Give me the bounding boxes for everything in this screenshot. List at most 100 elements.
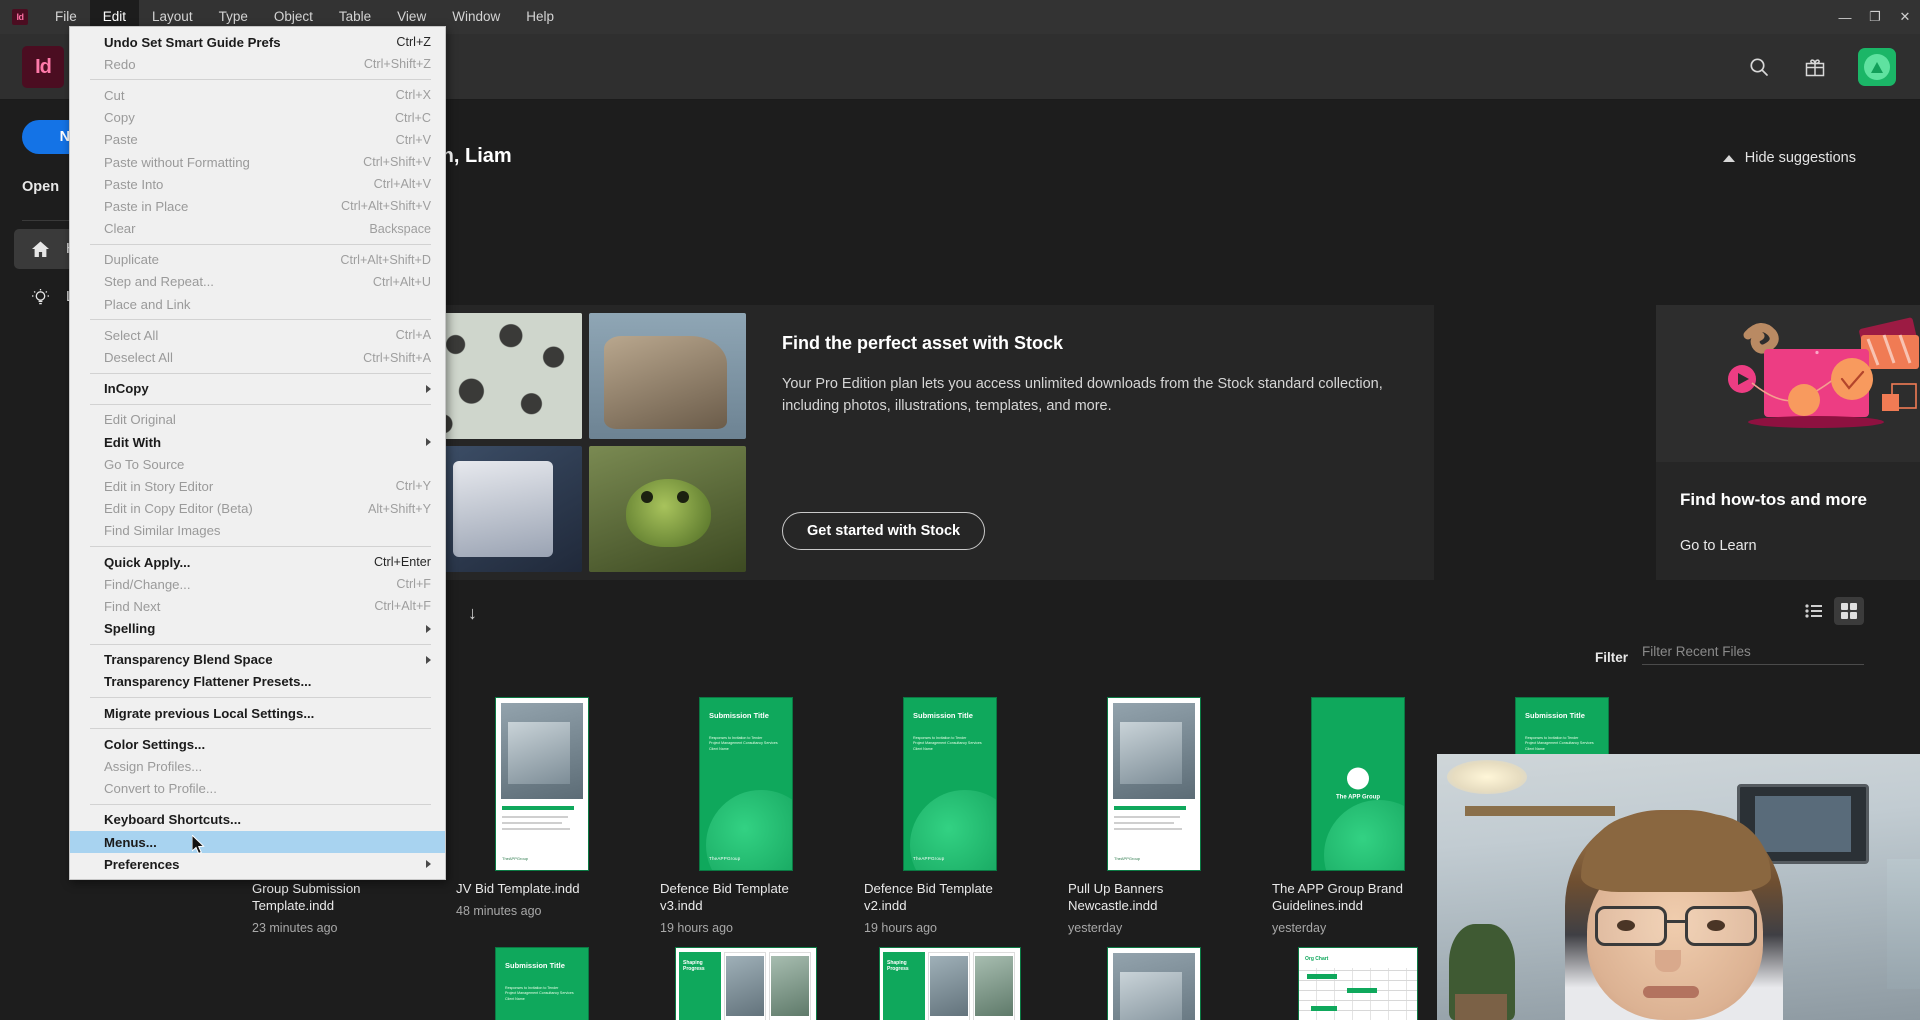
menu-item-label: Migrate previous Local Settings... (104, 705, 315, 721)
menu-item-color-settings[interactable]: Color Settings... (70, 733, 445, 755)
menu-item-edit-with[interactable]: Edit With (70, 431, 445, 453)
go-to-learn-link[interactable]: Go to Learn (1680, 538, 1920, 554)
menu-item-keyboard-shortcuts[interactable]: Keyboard Shortcuts... (70, 809, 445, 831)
menu-item-preferences[interactable]: Preferences (70, 853, 445, 875)
file-thumbnail[interactable]: TheAPPGroup (456, 695, 628, 873)
menu-item-spelling[interactable]: Spelling (70, 618, 445, 640)
file-thumbnail[interactable]: Submission Title Responses to Invitation … (660, 695, 832, 873)
file-thumbnail[interactable]: Submission Title Responses to Invitation … (456, 945, 628, 1020)
menu-item-shortcut: Alt+Shift+Y (367, 501, 431, 516)
hide-suggestions-button[interactable]: Hide suggestions (1722, 150, 1856, 166)
menu-separator (90, 372, 431, 374)
sort-descending-icon[interactable]: ↓ (468, 603, 477, 624)
learn-title: Find how-tos and more (1680, 490, 1867, 509)
doc-thumb-subtitle: Responses to Invitation to TenderProject… (505, 985, 574, 1001)
file-card[interactable]: Submission Title Responses to Invitation … (440, 945, 644, 1020)
get-started-with-stock-button[interactable]: Get started with Stock (782, 512, 986, 550)
doc-thumb-title: Submission Title (709, 711, 769, 720)
menu-item-shortcut: Ctrl+V (395, 132, 431, 147)
menu-item-shortcut: Ctrl+Alt+Shift+D (340, 252, 431, 267)
file-thumbnail[interactable]: TheAPPGroup (1068, 945, 1240, 1020)
learn-hero-illustration (1656, 305, 1920, 462)
file-name: Defence Bid Template v2.indd (864, 881, 993, 913)
view-toggle-group[interactable] (1798, 597, 1864, 625)
file-thumbnail[interactable]: The APP Group (1272, 695, 1444, 873)
search-icon[interactable] (1746, 54, 1772, 80)
close-button[interactable]: ✕ (1890, 0, 1920, 34)
menu-item-assign-profiles[interactable]: Assign Profiles... (70, 755, 445, 777)
menu-item-find-similar-images[interactable]: Find Similar Images (70, 520, 445, 542)
menu-item-cut[interactable]: Cut Ctrl+X (70, 84, 445, 106)
filter-input[interactable] (1642, 639, 1864, 665)
menu-item-find-next[interactable]: Find Next Ctrl+Alt+F (70, 595, 445, 617)
menu-item-edit-in-story-editor[interactable]: Edit in Story Editor Ctrl+Y (70, 475, 445, 497)
menu-separator (90, 803, 431, 805)
menu-item-label: Convert to Profile... (104, 781, 217, 797)
menu-item-undo-set-smart-guide-prefs[interactable]: Undo Set Smart Guide Prefs Ctrl+Z (70, 31, 445, 53)
menubar-item-help[interactable]: Help (513, 0, 567, 34)
file-card[interactable]: Submission Title Responses to Invitation … (644, 695, 848, 935)
avatar[interactable] (1858, 48, 1896, 86)
menu-item-paste-into[interactable]: Paste Into Ctrl+Alt+V (70, 173, 445, 195)
menu-item-deselect-all[interactable]: Deselect All Ctrl+Shift+A (70, 346, 445, 368)
menu-item-quick-apply[interactable]: Quick Apply... Ctrl+Enter (70, 551, 445, 573)
indesign-home-screen: Id File Edit Layout Type Object Table View Wind… (0, 0, 1920, 1020)
menu-item-migrate-previous-local-settings[interactable]: Migrate previous Local Settings... (70, 702, 445, 724)
file-card[interactable]: Org Chart (1256, 945, 1460, 1020)
filter-label: Filter (1594, 650, 1628, 665)
file-card[interactable]: TheAPPGroup JV Bid Template.indd 48 minute… (440, 695, 644, 935)
doc-thumb-title: Submission Title (913, 711, 973, 720)
file-thumbnail[interactable]: Shaping Progress (864, 945, 1036, 1020)
menu-item-clear[interactable]: Clear Backspace (70, 218, 445, 240)
file-card[interactable]: The APP Group The APP Group Brand Guideli… (1256, 695, 1460, 935)
gift-icon[interactable] (1802, 54, 1828, 80)
menu-separator (90, 545, 431, 547)
menu-item-transparency-blend-space[interactable]: Transparency Blend Space (70, 649, 445, 671)
menu-item-paste[interactable]: Paste Ctrl+V (70, 129, 445, 151)
menu-item-convert-to-profile[interactable]: Convert to Profile... (70, 778, 445, 800)
file-card[interactable]: Shaping Progress (848, 945, 1052, 1020)
maximize-button[interactable]: ❐ (1860, 0, 1890, 34)
menu-item-find-change[interactable]: Find/Change... Ctrl+F (70, 573, 445, 595)
menu-item-transparency-flattener-presets[interactable]: Transparency Flattener Presets... (70, 671, 445, 693)
grid-view-icon[interactable] (1834, 597, 1864, 625)
menu-item-edit-original[interactable]: Edit Original (70, 409, 445, 431)
menu-item-paste-in-place[interactable]: Paste in Place Ctrl+Alt+Shift+V (70, 195, 445, 217)
menu-separator (90, 728, 431, 730)
menubar-item-window[interactable]: Window (439, 0, 513, 34)
menu-item-step-and-repeat[interactable]: Step and Repeat... Ctrl+Alt+U (70, 271, 445, 293)
menu-item-copy[interactable]: Copy Ctrl+C (70, 107, 445, 129)
menu-item-label: Go To Source (104, 456, 185, 472)
menu-item-paste-without-formatting[interactable]: Paste without Formatting Ctrl+Shift+V (70, 151, 445, 173)
recent-files-toolbar: Recent ↓ Filt (200, 595, 1920, 665)
menu-item-incopy[interactable]: InCopy (70, 378, 445, 400)
menu-item-label: Paste without Formatting (104, 154, 250, 170)
file-thumbnail[interactable]: Submission Title Responses to Invitation … (864, 695, 1036, 873)
file-card[interactable]: TheAPPGroup (1052, 945, 1256, 1020)
webcam-overlay (1437, 754, 1920, 1020)
menu-item-place-and-link[interactable]: Place and Link (70, 293, 445, 315)
window-controls[interactable]: — ❐ ✕ (1830, 0, 1920, 34)
file-card[interactable]: Shaping Progress (644, 945, 848, 1020)
document-preview: The APP Group (1312, 698, 1404, 870)
edit-menu-dropdown[interactable]: Undo Set Smart Guide Prefs Ctrl+Z Redo Ctrl… (69, 26, 446, 881)
menu-item-redo[interactable]: Redo Ctrl+Shift+Z (70, 53, 445, 75)
list-view-icon[interactable] (1798, 597, 1828, 625)
file-thumbnail[interactable]: Org Chart (1272, 945, 1444, 1020)
menu-item-go-to-source[interactable]: Go To Source (70, 453, 445, 475)
file-card[interactable]: TheAPPGroup Pull Up Banners Newcastle.ind… (1052, 695, 1256, 935)
menu-item-edit-in-copy-editor-beta[interactable]: Edit in Copy Editor (Beta) Alt+Shift+Y (70, 498, 445, 520)
filter-control: Filter (1595, 639, 1864, 665)
document-preview: TheAPPGroup (496, 698, 588, 870)
file-thumbnail[interactable]: Shaping Progress (660, 945, 832, 1020)
menu-item-label: Preferences (104, 856, 180, 872)
learn-promo-card[interactable]: Find how-tos and more Go to Learn (1656, 305, 1920, 580)
file-thumbnail[interactable]: TheAPPGroup (1068, 695, 1240, 873)
menu-separator (90, 79, 431, 81)
minimize-button[interactable]: — (1830, 0, 1860, 34)
menu-item-select-all[interactable]: Select All Ctrl+A (70, 324, 445, 346)
menu-item-label: Menus... (104, 834, 157, 850)
menu-item-menus[interactable]: Menus... (70, 831, 445, 854)
file-card[interactable]: Submission Title Responses to Invitation … (848, 695, 1052, 935)
menu-item-duplicate[interactable]: Duplicate Ctrl+Alt+Shift+D (70, 249, 445, 271)
